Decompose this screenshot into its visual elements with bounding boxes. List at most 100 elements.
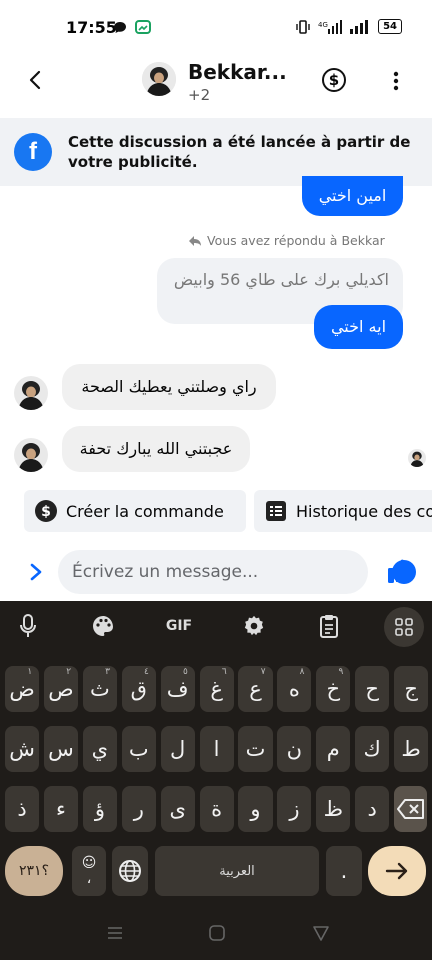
more-options-icon[interactable] <box>388 70 404 92</box>
key[interactable]: غ٦ <box>199 666 234 712</box>
key[interactable]: س <box>43 726 79 772</box>
key[interactable]: ذ <box>5 786 40 832</box>
key-label: ي <box>91 737 109 761</box>
key-label: ش <box>9 737 35 761</box>
key[interactable]: ى <box>160 786 195 832</box>
sender-avatar[interactable] <box>14 438 48 472</box>
received-message-bubble[interactable]: عجبتني الله يبارك تحفة <box>62 426 250 472</box>
enter-arrow-icon <box>385 862 408 880</box>
key[interactable]: ت <box>238 726 273 772</box>
message-text: راي وصلتني يعطيك الصحة <box>81 377 257 396</box>
key[interactable]: ا <box>199 726 234 772</box>
palette-icon[interactable] <box>90 613 116 639</box>
key[interactable]: ز <box>277 786 312 832</box>
clipboard-icon[interactable] <box>316 613 342 639</box>
key[interactable]: ث٣ <box>82 666 117 712</box>
key[interactable]: د <box>355 786 390 832</box>
globe-icon <box>119 860 141 882</box>
received-message-bubble[interactable]: راي وصلتني يعطيك الصحة <box>62 364 276 410</box>
key-label: ق <box>130 677 147 701</box>
apps-grid-icon[interactable] <box>384 607 424 647</box>
back-triangle-icon[interactable] <box>312 924 330 942</box>
settings-gear-icon[interactable] <box>241 613 267 639</box>
status-bar: 17:55 4G 54 <box>0 0 432 56</box>
svg-text:4G: 4G <box>318 21 328 29</box>
gif-button[interactable]: GIF <box>162 613 196 639</box>
key[interactable]: ل <box>160 726 195 772</box>
sender-avatar[interactable] <box>14 376 48 410</box>
chat-title[interactable]: Bekkar... <box>188 60 287 84</box>
keyboard-toolbar: GIF <box>0 601 432 655</box>
key[interactable]: ه٨ <box>277 666 312 712</box>
key[interactable]: ء <box>43 786 79 832</box>
key-label: ب <box>128 737 149 761</box>
key[interactable]: ع٧ <box>238 666 273 712</box>
emoji-small-icon: ☺ <box>81 855 97 871</box>
key[interactable]: ر <box>121 786 156 832</box>
backspace-key[interactable] <box>394 786 427 832</box>
key-label: ل <box>170 737 186 761</box>
period-key-label: . <box>340 859 348 883</box>
payment-dollar-icon[interactable]: $ <box>322 68 346 92</box>
key[interactable]: ي <box>82 726 117 772</box>
key-label: ث <box>90 677 110 701</box>
key-hint: ٤ <box>144 667 149 677</box>
sent-message-bubble[interactable]: ايه اختي <box>314 305 403 349</box>
participant-count: +2 <box>188 86 211 104</box>
sent-message-bubble[interactable]: امين اختي <box>302 176 403 216</box>
key[interactable]: م <box>316 726 351 772</box>
message-input[interactable]: Écrivez un message... <box>58 550 416 594</box>
key[interactable]: ب <box>121 726 156 772</box>
message-text: ايه اختي <box>330 317 387 336</box>
key-label: ن <box>286 737 303 761</box>
facebook-logo-icon: f <box>14 133 52 171</box>
key-label: ف <box>166 677 189 701</box>
key[interactable]: ص٢ <box>43 666 79 712</box>
expand-chevron-icon[interactable] <box>28 560 44 584</box>
key[interactable]: ح <box>355 666 390 712</box>
signal-4g-icon: 4G <box>318 19 343 34</box>
language-key[interactable] <box>112 846 148 896</box>
key-label: ا <box>213 737 220 761</box>
contact-avatar[interactable] <box>142 62 176 96</box>
key[interactable]: ك <box>355 726 390 772</box>
key-label: ك <box>363 737 381 761</box>
thumbs-up-icon[interactable] <box>386 556 416 586</box>
key[interactable]: ن <box>277 726 312 772</box>
svg-text:$: $ <box>41 504 51 520</box>
key[interactable]: ط <box>394 726 429 772</box>
order-history-chip[interactable]: Historique des commandes <box>254 490 432 532</box>
space-key[interactable]: العربية <box>155 846 319 896</box>
key-label: ه <box>288 677 300 701</box>
key[interactable]: ج <box>394 666 429 712</box>
home-icon[interactable] <box>208 924 226 942</box>
key[interactable]: خ٩ <box>316 666 351 712</box>
key[interactable]: ف٥ <box>160 666 195 712</box>
key-label: خ <box>326 677 341 701</box>
key[interactable]: ة <box>199 786 234 832</box>
key-hint: ٧ <box>260 667 266 677</box>
back-arrow-icon[interactable] <box>24 68 48 92</box>
key-label: س <box>48 737 74 761</box>
period-key[interactable]: . <box>326 846 362 896</box>
create-order-chip[interactable]: $ Créer la commande <box>24 490 246 532</box>
seen-receipt-avatar <box>408 449 426 467</box>
key[interactable]: ق٤ <box>121 666 156 712</box>
key[interactable]: و <box>238 786 273 832</box>
key-label: ى <box>169 797 186 821</box>
key[interactable]: ش <box>5 726 40 772</box>
status-time: 17:55 <box>66 18 117 37</box>
emoji-comma-key[interactable]: ☺ ، <box>72 846 106 896</box>
create-order-label: Créer la commande <box>66 501 224 521</box>
key-hint: ٥ <box>182 667 188 677</box>
recent-apps-icon[interactable] <box>106 924 124 942</box>
key-label: ع <box>249 677 262 701</box>
banner-text: Cette discussion a été lancée à partir d… <box>68 133 411 171</box>
key[interactable]: ض١ <box>5 666 40 712</box>
microphone-icon[interactable] <box>15 613 41 639</box>
enter-key[interactable] <box>368 846 426 896</box>
numbers-key[interactable]: ؟٢٣١ <box>5 846 63 896</box>
key[interactable]: ظ <box>316 786 351 832</box>
key[interactable]: ؤ <box>82 786 117 832</box>
key-label: ء <box>56 797 66 821</box>
